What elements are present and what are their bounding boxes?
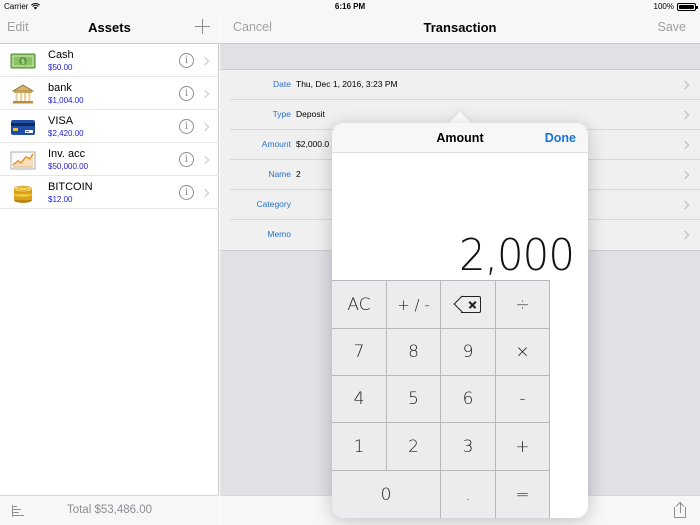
asset-name: BITCOIN xyxy=(48,181,93,193)
asset-row-cash[interactable]: $ Cash $50.00 i xyxy=(0,44,219,77)
investment-chart-icon xyxy=(10,151,36,170)
transaction-title: Transaction xyxy=(423,20,497,35)
key-8[interactable]: 8 xyxy=(387,329,441,376)
popover-header: Amount Done xyxy=(332,123,588,153)
save-button[interactable]: Save xyxy=(658,20,687,34)
asset-row-bitcoin[interactable]: BITCOIN $12.00 i xyxy=(0,176,219,209)
chevron-right-icon xyxy=(200,188,210,198)
asset-row-visa[interactable]: VISA $2,420.00 i xyxy=(0,110,219,143)
done-button[interactable]: Done xyxy=(545,131,576,145)
key-minus[interactable]: - xyxy=(496,376,550,423)
key-7[interactable]: 7 xyxy=(332,329,387,376)
key-plus[interactable]: + xyxy=(496,423,550,471)
asset-value: $1,004.00 xyxy=(48,96,84,105)
key-0[interactable]: 0 xyxy=(332,471,441,518)
asset-row-bank[interactable]: bank $1,004.00 i xyxy=(0,77,219,110)
asset-list: $ Cash $50.00 i bank $1,004.00 i VISA $2… xyxy=(0,44,219,209)
amount-display: 2,000 xyxy=(459,230,575,281)
svg-text:$: $ xyxy=(21,59,25,66)
battery-percent: 100% xyxy=(653,2,674,11)
coins-icon xyxy=(13,185,33,203)
info-icon[interactable]: i xyxy=(179,119,194,134)
key-decimal[interactable]: . xyxy=(441,471,496,518)
asset-value: $50,000.00 xyxy=(48,162,89,171)
share-icon[interactable] xyxy=(674,501,686,518)
key-multiply[interactable]: × xyxy=(496,329,550,376)
key-2[interactable]: 2 xyxy=(387,423,441,471)
assets-toolbar: Total $53,486.00 xyxy=(0,495,219,525)
total-label: Total $53,486.00 xyxy=(66,504,153,516)
status-bar: Carrier 6:16 PM 100% xyxy=(0,0,700,13)
asset-value: $2,420.00 xyxy=(48,129,84,138)
info-icon[interactable]: i xyxy=(179,152,194,167)
plus-icon[interactable] xyxy=(195,19,210,34)
key-1[interactable]: 1 xyxy=(332,423,387,471)
credit-card-icon xyxy=(11,120,35,135)
chevron-right-icon xyxy=(200,155,210,165)
asset-name: Inv. acc xyxy=(48,148,86,160)
info-icon[interactable]: i xyxy=(179,86,194,101)
key-9[interactable]: 9 xyxy=(441,329,496,376)
chevron-right-icon xyxy=(200,122,210,132)
key-equals[interactable]: = xyxy=(496,471,550,518)
asset-name: Cash xyxy=(48,49,74,61)
cash-icon: $ xyxy=(10,53,36,69)
backspace-icon xyxy=(453,295,481,313)
key-5[interactable]: 5 xyxy=(387,376,441,423)
battery-fill xyxy=(679,4,694,9)
assets-navbar: Edit Assets xyxy=(0,13,219,44)
amount-popover: Amount Done 2,000 AC + / - ÷ 7 8 9 × 4 5… xyxy=(332,123,588,518)
chevron-right-icon xyxy=(200,89,210,99)
status-time: 6:16 PM xyxy=(334,2,366,11)
info-icon[interactable]: i xyxy=(179,185,194,200)
key-3[interactable]: 3 xyxy=(441,423,496,471)
assets-pane: Edit Assets $ Cash $50.00 i bank $1,004.… xyxy=(0,13,219,525)
assets-title: Assets xyxy=(88,20,131,35)
key-4[interactable]: 4 xyxy=(332,376,387,423)
chevron-right-icon xyxy=(200,56,210,66)
calculator-keypad: AC + / - ÷ 7 8 9 × 4 5 6 - 1 2 3 + 0 . = xyxy=(332,280,550,518)
asset-value: $12.00 xyxy=(48,195,73,204)
transaction-navbar: Cancel Transaction Save xyxy=(220,13,700,44)
info-icon[interactable]: i xyxy=(179,53,194,68)
asset-value: $50.00 xyxy=(48,63,73,72)
key-backspace[interactable] xyxy=(441,281,496,329)
asset-name: VISA xyxy=(48,115,74,127)
battery-indicator: 100% xyxy=(653,0,698,13)
key-clear[interactable]: AC xyxy=(332,281,387,329)
key-6[interactable]: 6 xyxy=(441,376,496,423)
asset-name: bank xyxy=(48,82,72,94)
bank-icon xyxy=(11,84,35,104)
key-plus-minus[interactable]: + / - xyxy=(387,281,441,329)
key-divide[interactable]: ÷ xyxy=(496,281,550,329)
asset-row-inv-acc[interactable]: Inv. acc $50,000.00 i xyxy=(0,143,219,176)
battery-icon xyxy=(677,2,698,11)
